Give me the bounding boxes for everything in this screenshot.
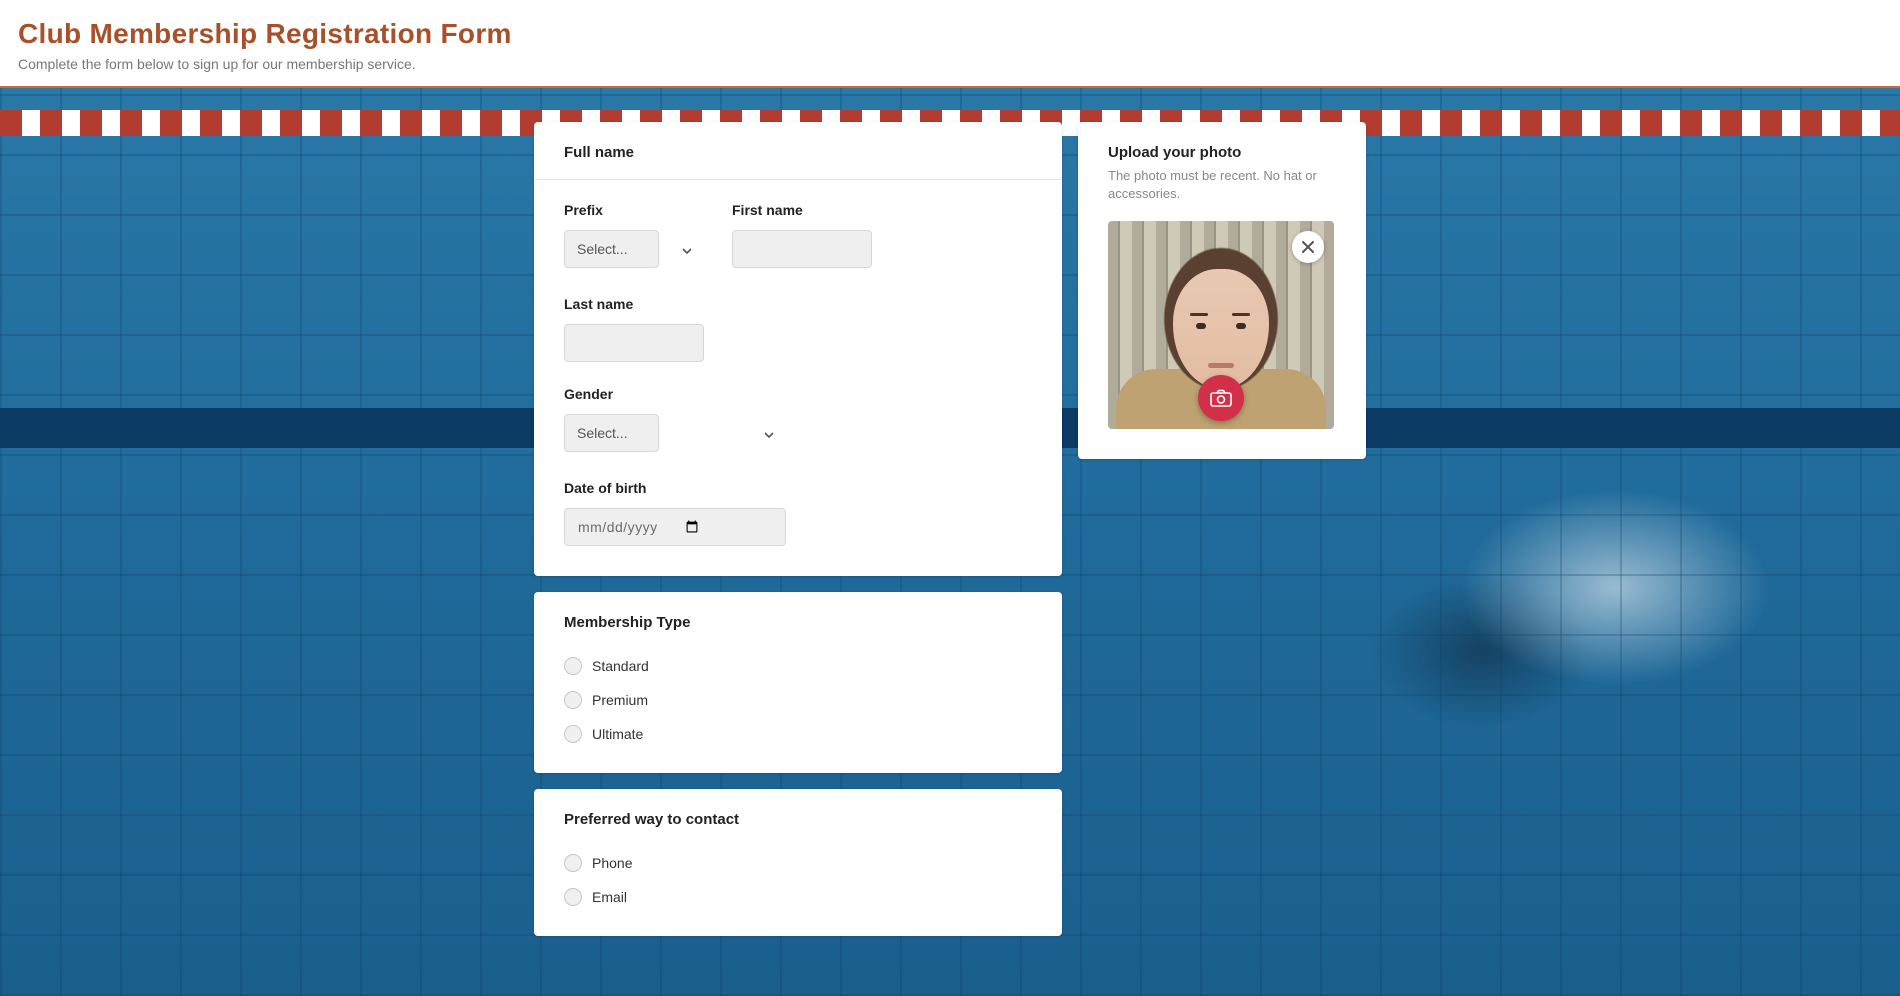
- page-title: Club Membership Registration Form: [18, 18, 1882, 50]
- photo-preview: [1108, 221, 1334, 429]
- radio-icon: [564, 888, 582, 906]
- page-subtitle: Complete the form below to sign up for o…: [18, 56, 1882, 72]
- photo-hint: The photo must be recent. No hat or acce…: [1108, 167, 1336, 203]
- section-title-full-name: Full name: [564, 144, 1032, 161]
- radio-icon: [564, 854, 582, 872]
- main-column: Full name Prefix Select...: [534, 122, 1062, 936]
- radio-contact-email[interactable]: Email: [564, 888, 1032, 906]
- radio-label: Ultimate: [592, 726, 643, 742]
- radio-membership-ultimate[interactable]: Ultimate: [564, 725, 1032, 743]
- chevron-down-icon: [682, 241, 692, 257]
- card-full-name: Full name Prefix Select...: [534, 122, 1062, 576]
- radio-icon: [564, 725, 582, 743]
- page-background: Full name Prefix Select...: [0, 88, 1900, 996]
- take-photo-button[interactable]: [1198, 375, 1244, 421]
- gender-select[interactable]: Select...: [564, 414, 659, 452]
- side-column: Upload your photo The photo must be rece…: [1078, 122, 1366, 459]
- remove-photo-button[interactable]: [1292, 231, 1324, 263]
- label-first-name: First name: [732, 202, 872, 218]
- radio-label: Phone: [592, 855, 632, 871]
- label-prefix: Prefix: [564, 202, 704, 218]
- field-gender: Gender Select...: [564, 386, 786, 452]
- radio-label: Standard: [592, 658, 649, 674]
- radio-contact-phone[interactable]: Phone: [564, 854, 1032, 872]
- prefix-select[interactable]: Select...: [564, 230, 659, 268]
- radio-membership-standard[interactable]: Standard: [564, 657, 1032, 675]
- field-prefix: Prefix Select...: [564, 202, 704, 268]
- last-name-input[interactable]: [564, 324, 704, 362]
- contact-radio-group: Phone Email: [564, 850, 1032, 906]
- section-title-photo: Upload your photo: [1108, 144, 1336, 161]
- membership-radio-group: Standard Premium Ultimate: [564, 653, 1032, 743]
- card-upload-photo: Upload your photo The photo must be rece…: [1078, 122, 1366, 459]
- first-name-input[interactable]: [732, 230, 872, 268]
- card-preferred-contact: Preferred way to contact Phone Email: [534, 789, 1062, 936]
- radio-label: Email: [592, 889, 627, 905]
- dob-input[interactable]: [564, 508, 786, 546]
- field-date-of-birth: Date of birth mm/dd/yyyy: [564, 480, 786, 546]
- label-dob: Date of birth: [564, 480, 786, 496]
- page-header: Club Membership Registration Form Comple…: [0, 0, 1900, 88]
- form-container: Full name Prefix Select...: [534, 122, 1366, 936]
- camera-icon: [1210, 389, 1232, 407]
- section-title-contact: Preferred way to contact: [564, 811, 1032, 828]
- field-first-name: First name: [732, 202, 872, 268]
- close-icon: [1301, 240, 1315, 254]
- radio-membership-premium[interactable]: Premium: [564, 691, 1032, 709]
- radio-icon: [564, 657, 582, 675]
- card-membership-type: Membership Type Standard Premium: [534, 592, 1062, 773]
- radio-icon: [564, 691, 582, 709]
- label-last-name: Last name: [564, 296, 704, 312]
- field-last-name: Last name: [564, 296, 704, 362]
- section-title-membership: Membership Type: [564, 614, 1032, 631]
- label-gender: Gender: [564, 386, 786, 402]
- radio-label: Premium: [592, 692, 648, 708]
- chevron-down-icon: [764, 425, 774, 441]
